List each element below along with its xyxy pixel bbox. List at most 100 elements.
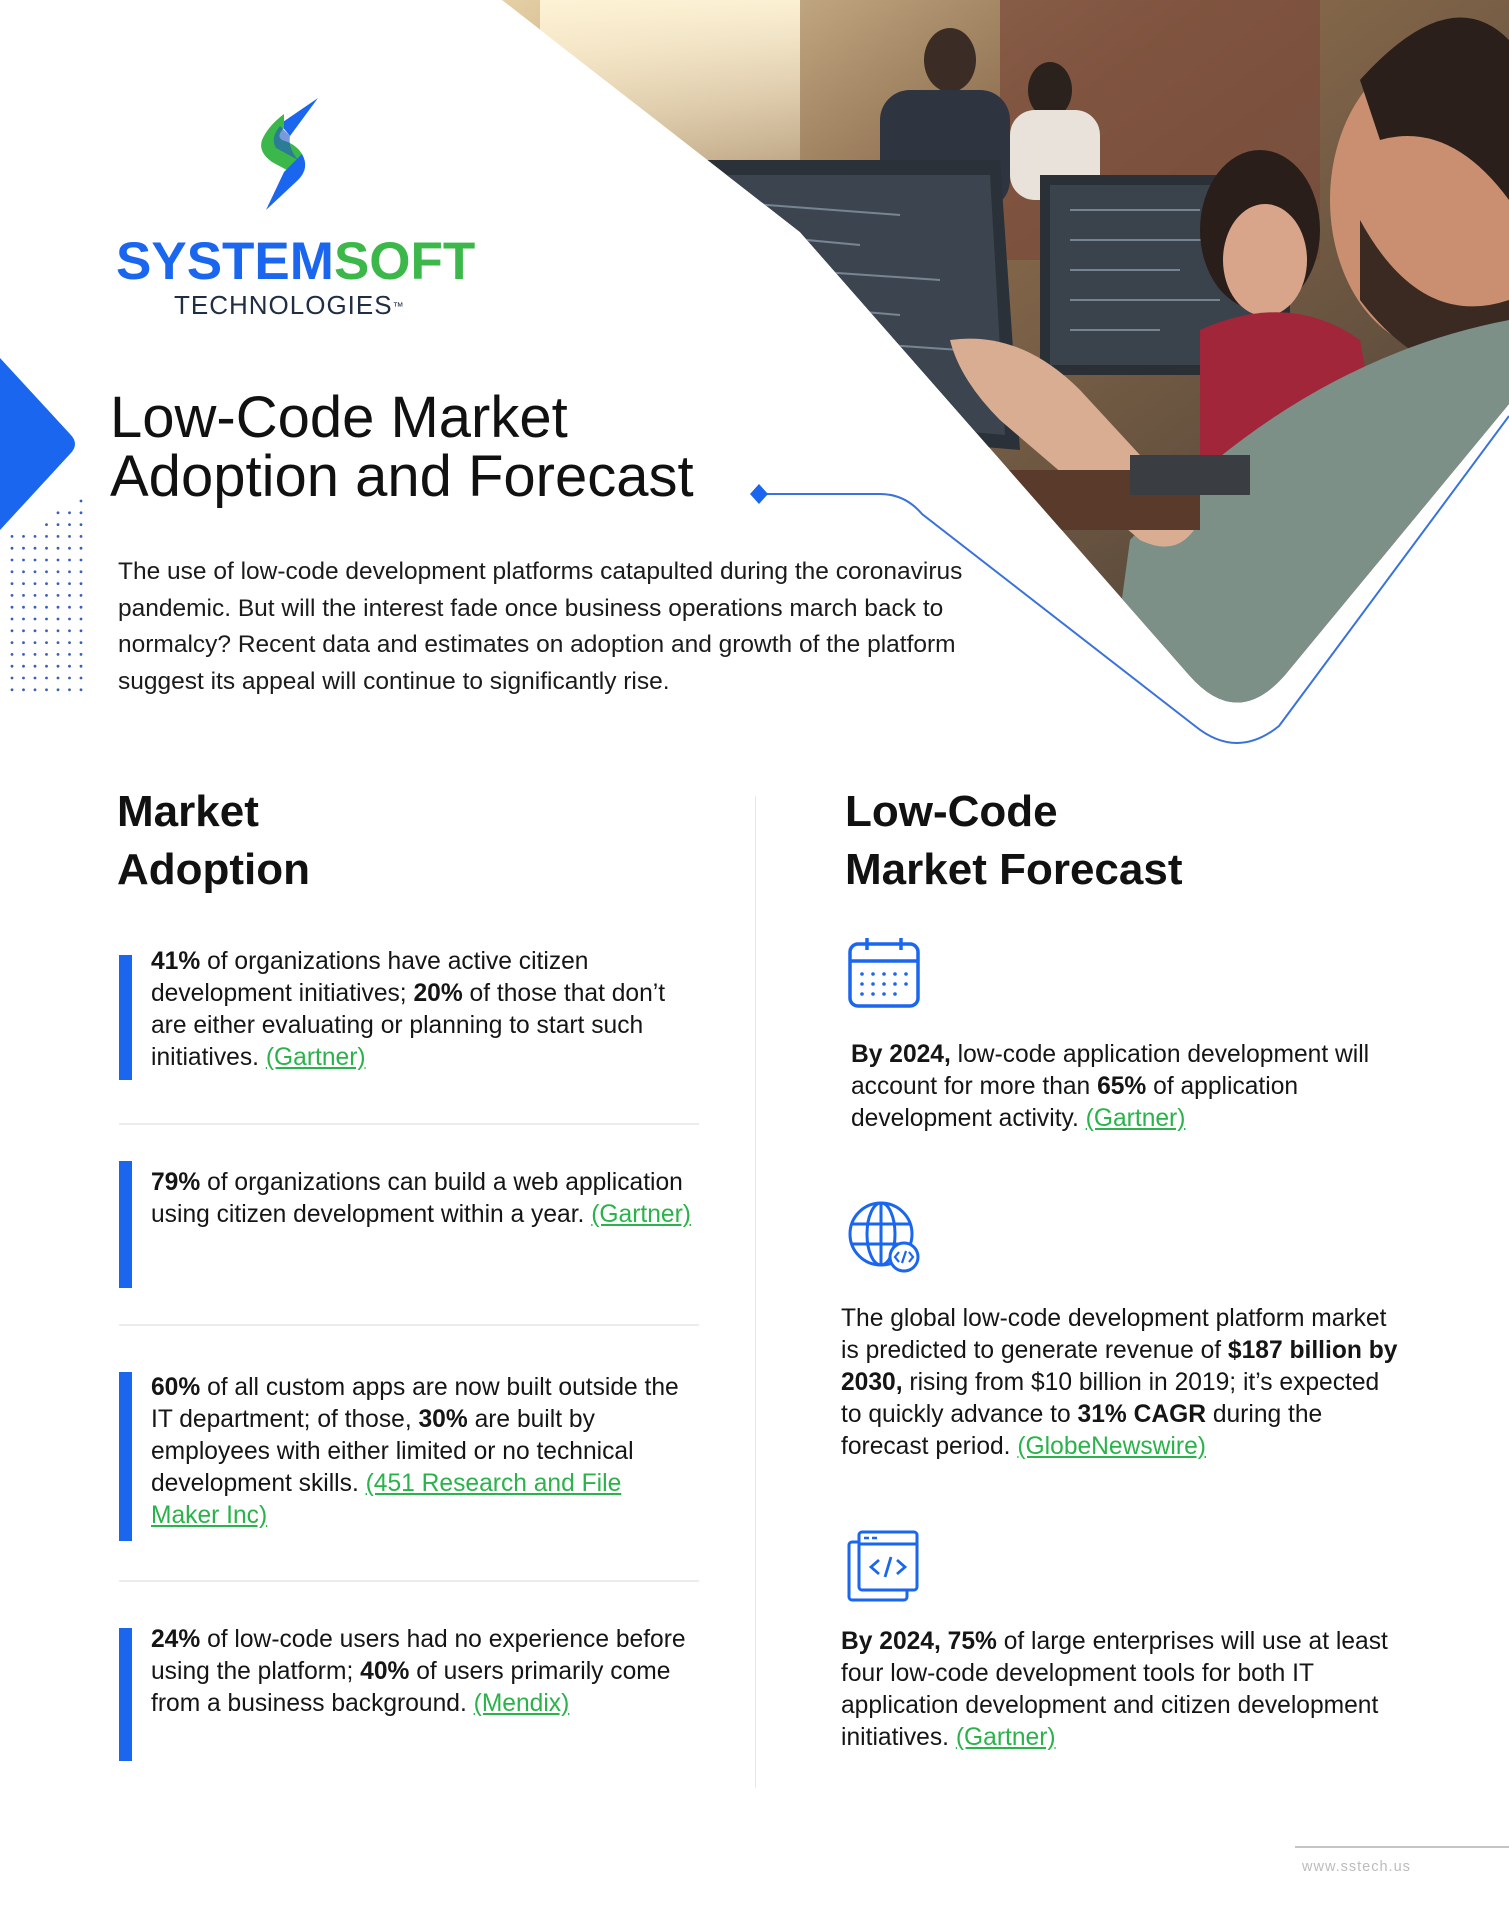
decorative-dot	[68, 594, 71, 597]
globe-code-icon	[848, 1201, 920, 1273]
decorative-dot	[56, 653, 60, 656]
decorative-dot	[33, 594, 37, 597]
decorative-dot	[10, 641, 14, 644]
page-title: Low-Code Market Adoption and Forecast	[110, 388, 694, 506]
decorative-dot	[33, 558, 37, 562]
decorative-dot	[68, 582, 71, 585]
stat-highlight: By 2024, 75%	[841, 1628, 997, 1655]
forecast-stat-1: By 2024, low-code application developmen…	[851, 1039, 1411, 1135]
stat-highlight: 65%	[1097, 1073, 1147, 1100]
decorative-dot	[56, 605, 60, 609]
intro-paragraph: The use of low-code development platform…	[118, 558, 963, 695]
decorative-dot	[79, 641, 83, 644]
stat-divider	[119, 1123, 699, 1125]
decorative-dot	[68, 617, 71, 621]
code-window-icon	[847, 1530, 919, 1602]
decorative-dot	[33, 629, 37, 633]
stat-accent-bar	[119, 1628, 132, 1761]
decorative-dot	[79, 617, 83, 621]
source-link[interactable]: (Gartner)	[956, 1724, 1056, 1751]
decorative-dot	[56, 676, 60, 680]
footer-url[interactable]: www.sstech.us	[1302, 1859, 1411, 1875]
source-link[interactable]: (Gartner)	[591, 1201, 691, 1228]
logo-icon	[261, 98, 318, 210]
decorative-dot	[56, 570, 60, 574]
decorative-dot	[68, 523, 71, 526]
decorative-dot	[33, 535, 37, 538]
decorative-dot	[45, 594, 48, 597]
source-link[interactable]: (Mendix)	[474, 1690, 570, 1717]
decorative-dot	[68, 570, 71, 574]
decorative-dot	[10, 664, 14, 668]
decorative-dot	[79, 499, 83, 503]
stat-highlight: 41%	[151, 948, 201, 975]
adoption-stat-4: 24% of low-code users had no experience …	[151, 1624, 691, 1720]
decorative-dot	[79, 523, 83, 526]
brand-subtitle-text: TECHNOLOGIES	[174, 290, 393, 320]
trademark-symbol: ™	[392, 301, 405, 313]
decorative-dot	[22, 582, 25, 585]
decorative-dot	[10, 594, 14, 597]
decorative-dot	[10, 582, 14, 585]
decorative-dot	[33, 582, 37, 585]
decorative-dot	[79, 688, 83, 692]
brand-wordmark: SYSTEMSOFT	[116, 232, 475, 292]
market-adoption-heading-line1: Market	[117, 787, 259, 836]
decorative-dot	[22, 558, 25, 562]
decorative-dot	[45, 664, 48, 668]
decorative-dot	[45, 535, 48, 538]
decorative-dot	[68, 653, 71, 656]
decorative-dot	[22, 676, 25, 680]
decorative-dot	[22, 594, 25, 597]
decorative-dot	[79, 629, 83, 633]
decorative-dot	[45, 629, 48, 633]
decorative-dot	[79, 676, 83, 680]
source-link[interactable]: (Gartner)	[1086, 1105, 1186, 1132]
market-adoption-heading: Market Adoption	[117, 783, 310, 899]
stat-divider	[119, 1324, 699, 1326]
decorative-dot	[22, 535, 25, 538]
adoption-stat-3: 60% of all custom apps are now built out…	[151, 1372, 691, 1532]
decorative-dot	[45, 546, 48, 550]
stat-highlight: 31% CAGR	[1077, 1401, 1206, 1428]
adoption-stat-1: 41% of organizations have active citizen…	[151, 946, 691, 1074]
decorative-dot	[22, 641, 25, 644]
decorative-dot	[79, 594, 83, 597]
stat-highlight: 60%	[151, 1374, 201, 1401]
decorative-dot	[10, 570, 14, 574]
decorative-dot	[22, 664, 25, 668]
decorative-dot	[10, 558, 14, 562]
source-link[interactable]: (GlobeNewswire)	[1017, 1433, 1206, 1460]
decorative-dot	[56, 664, 60, 668]
source-link[interactable]: (Gartner)	[266, 1044, 366, 1071]
decorative-dot	[68, 535, 71, 538]
decorative-dot	[10, 546, 14, 550]
stat-highlight: 30%	[418, 1406, 468, 1433]
decorative-dot	[45, 523, 48, 526]
decorative-dot	[22, 546, 25, 550]
stat-divider	[119, 1580, 699, 1582]
calendar-icon	[848, 938, 920, 1008]
decorative-dot	[79, 605, 83, 609]
decorative-dot	[33, 688, 37, 692]
stat-highlight: 20%	[413, 980, 463, 1007]
page-title-line2: Adoption and Forecast	[110, 444, 694, 509]
decorative-dot	[56, 641, 60, 644]
decorative-dot	[10, 629, 14, 633]
decorative-dot	[45, 688, 48, 692]
forecast-stat-3: By 2024, 75% of large enterprises will u…	[841, 1626, 1401, 1754]
market-forecast-heading-line1: Low-Code	[845, 787, 1058, 836]
decorative-dot	[68, 641, 71, 644]
decorative-dot	[79, 570, 83, 574]
decorative-dot	[68, 605, 71, 609]
decorative-dot	[68, 511, 71, 515]
footer-divider	[1295, 1846, 1509, 1848]
decorative-dot	[22, 570, 25, 574]
decorative-dot	[45, 641, 48, 644]
decorative-dot	[45, 570, 48, 574]
decorative-dot	[22, 688, 25, 692]
decorative-dot	[22, 605, 25, 609]
stat-highlight: 79%	[151, 1169, 201, 1196]
market-adoption-heading-line2: Adoption	[117, 845, 311, 894]
decorative-dot	[68, 688, 71, 692]
